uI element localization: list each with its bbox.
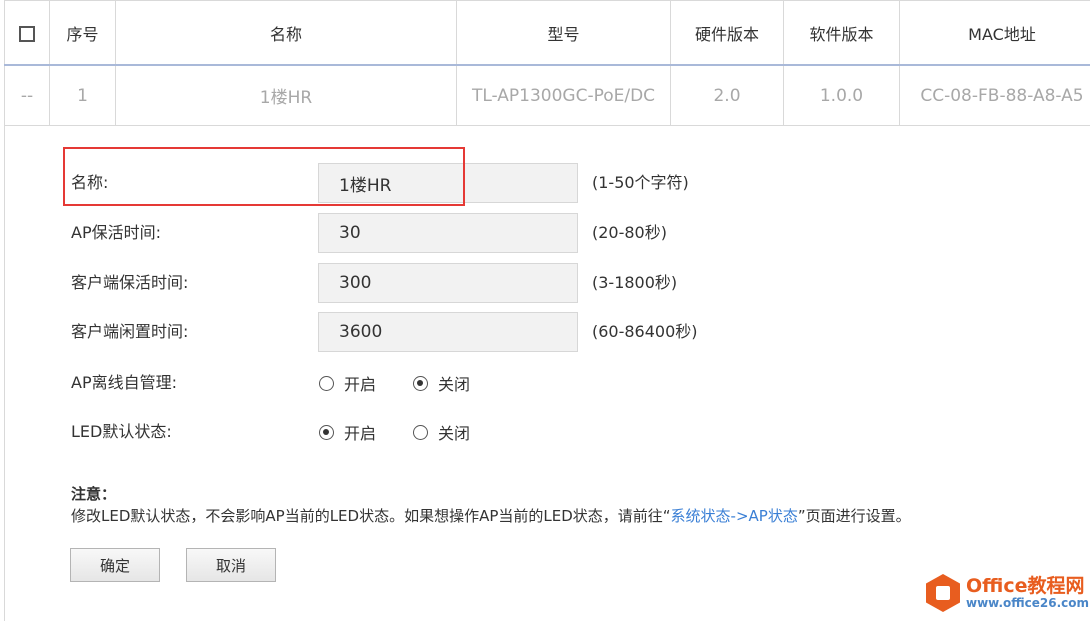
cell-hw-version: 2.0 [670,64,784,126]
led-default-on-label: 开启 [344,424,377,443]
cell-select: -- [4,64,50,126]
ap-offline-on-radio[interactable]: 开启 [319,363,376,403]
client-idle-hint: (60-86400秒) [592,322,698,341]
ap-offline-on-radio-icon[interactable] [319,375,334,391]
ap-offline-off-label: 关闭 [438,375,471,394]
ap-keepalive-input[interactable] [318,213,578,253]
ap-list-table: 序号 名称 型号 硬件版本 软件版本 MAC地址 -- 1 1楼HR TL-AP… [4,0,1090,126]
note-text-after: ”页面进行设置。 [797,507,911,525]
ap-offline-row: AP离线自管理: 开启 关闭 [5,363,1005,403]
column-header-mac: MAC地址 [899,0,1090,66]
led-default-off-label: 关闭 [438,424,471,443]
ap-keepalive-hint: (20-80秒) [592,223,667,242]
note-body: 修改LED默认状态，不会影响AP当前的LED状态。如果想操作AP当前的LED状态… [71,505,911,526]
name-hint: (1-50个字符) [592,173,689,192]
column-header-name: 名称 [115,0,457,66]
led-default-on-radio-icon[interactable] [319,424,334,440]
select-all-checkbox[interactable] [19,25,35,42]
client-idle-label: 客户端闲置时间: [71,322,189,341]
note-title: 注意： [71,485,117,503]
cell-index: 1 [49,64,116,126]
client-keepalive-hint: (3-1800秒) [592,273,678,292]
ap-edit-form: 名称: (1-50个字符) AP保活时间: (20-80秒) 客户端保活时间: … [4,125,1090,621]
column-header-sw-version: 软件版本 [783,0,900,66]
client-keepalive-input[interactable] [318,263,578,303]
client-keepalive-row: 客户端保活时间: (3-1800秒) [5,263,1005,303]
confirm-button[interactable]: 确定 [70,548,160,582]
system-status-link[interactable]: 系统状态->AP状态 [671,507,798,525]
led-default-on-radio[interactable]: 开启 [319,412,376,452]
led-default-row: LED默认状态: 开启 关闭 [5,412,1005,452]
office-logo-icon [926,574,960,612]
name-highlight-box [63,147,465,206]
cell-mac: CC-08-FB-88-A8-A5 [899,64,1090,126]
select-all-header[interactable] [4,0,50,66]
ap-keepalive-row: AP保活时间: (20-80秒) [5,213,1005,253]
ap-offline-on-label: 开启 [344,375,377,394]
column-header-hw-version: 硬件版本 [670,0,784,66]
table-row[interactable]: -- 1 1楼HR TL-AP1300GC-PoE/DC 2.0 1.0.0 C… [4,64,1090,126]
cancel-button[interactable]: 取消 [186,548,276,582]
client-idle-input[interactable] [318,312,578,352]
led-default-label: LED默认状态: [71,422,172,441]
client-idle-row: 客户端闲置时间: (60-86400秒) [5,312,1005,352]
ap-offline-off-radio[interactable]: 关闭 [413,363,470,403]
watermark: Office教程网 www.office26.com [926,568,1090,618]
watermark-url: www.office26.com [966,595,1090,610]
ap-offline-off-radio-icon[interactable] [413,375,428,391]
led-default-off-radio-icon[interactable] [413,424,428,440]
table-header-row: 序号 名称 型号 硬件版本 软件版本 MAC地址 [4,0,1090,66]
cell-model: TL-AP1300GC-PoE/DC [456,64,671,126]
watermark-text: Office教程网 www.office26.com [966,574,1090,610]
column-header-model: 型号 [456,0,671,66]
column-header-index: 序号 [49,0,116,66]
ap-config-page: 序号 名称 型号 硬件版本 软件版本 MAC地址 -- 1 1楼HR TL-AP… [0,0,1090,621]
client-keepalive-label: 客户端保活时间: [71,273,189,292]
ap-keepalive-label: AP保活时间: [71,223,161,242]
note-text-before: 修改LED默认状态，不会影响AP当前的LED状态。如果想操作AP当前的LED状态… [71,507,671,525]
watermark-brand: Office教程网 [966,574,1085,597]
cell-name: 1楼HR [115,64,457,126]
ap-offline-label: AP离线自管理: [71,373,177,392]
led-default-off-radio[interactable]: 关闭 [413,412,470,452]
cell-sw-version: 1.0.0 [783,64,900,126]
